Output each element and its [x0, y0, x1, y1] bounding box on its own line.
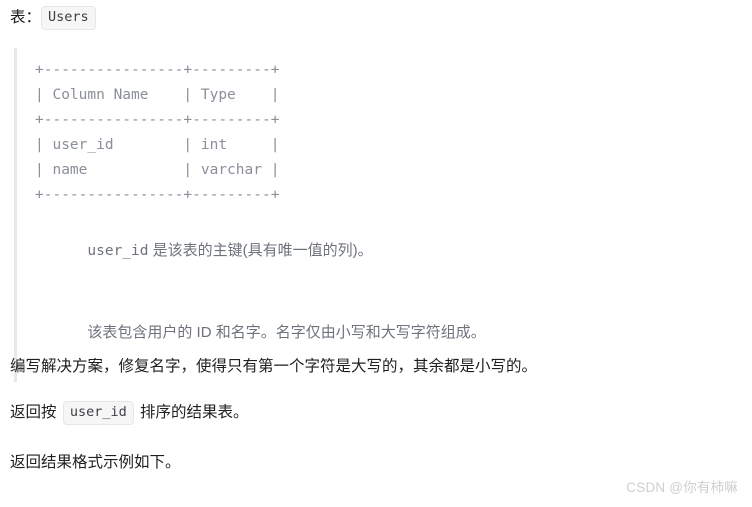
ordering-paragraph: 返回按 user_id 排序的结果表。: [10, 401, 249, 425]
schema-blockquote: +----------------+---------+ | Column Na…: [14, 48, 714, 382]
document-page: 表： Users +----------------+---------+ | …: [0, 0, 752, 507]
table-label: 表：: [10, 9, 42, 26]
schema-description-text: 该表包含用户的 ID 和名字。名字仅由小写和大写字符组成。: [87, 324, 486, 341]
table-name-code-badge: Users: [41, 6, 96, 30]
schema-note-primary-key: user_id 是该表的主键(具有唯一值的列)。: [35, 212, 714, 290]
primary-key-note-text: 是该表的主键(具有唯一值的列)。: [148, 242, 373, 259]
primary-key-code: user_id: [87, 243, 149, 259]
schema-ascii-table: +----------------+---------+ | Column Na…: [35, 62, 280, 203]
result-format-paragraph: 返回结果格式示例如下。: [10, 454, 181, 471]
table-name-header: 表： Users: [10, 6, 96, 30]
ordering-prefix-text: 返回按: [10, 404, 61, 421]
instruction-paragraph: 编写解决方案，修复名字，使得只有第一个字符是大写的，其余都是小写的。: [10, 358, 538, 375]
csdn-watermark: CSDN @你有柿嘛: [626, 480, 738, 495]
ordering-column-code-badge: user_id: [62, 401, 134, 425]
ordering-suffix-text: 排序的结果表。: [135, 404, 249, 421]
